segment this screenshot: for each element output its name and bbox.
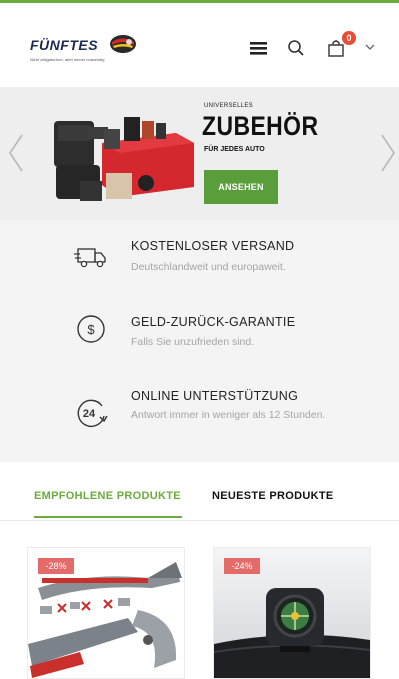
product-tabs: EMPFOHLENE PRODUKTE NEUESTE PRODUKTE xyxy=(0,462,399,521)
features-section: KOSTENLOSER VERSAND Deutschlandweit und … xyxy=(0,220,399,462)
feature-title: KOSTENLOSER VERSAND xyxy=(131,239,295,253)
discount-badge: -24% xyxy=(224,558,260,574)
search-icon[interactable] xyxy=(285,37,307,59)
cart-count-badge: 0 xyxy=(342,31,356,45)
svg-text:$: $ xyxy=(87,322,95,337)
product-grid: -28% -24% xyxy=(0,521,399,679)
slide-kicker: UNIVERSELLES xyxy=(204,103,253,109)
dollar-circle-icon: $ xyxy=(77,315,105,343)
site-logo[interactable]: FÜNFTES Nicht obligatorisch, aber immer … xyxy=(30,33,142,67)
brand-name: FÜNFTES xyxy=(30,37,99,53)
svg-text:24: 24 xyxy=(83,408,96,420)
feature-text: Deutschlandweit und europaweit. xyxy=(131,261,286,273)
chevron-down-icon[interactable] xyxy=(364,41,376,53)
product-card[interactable]: -24% xyxy=(213,547,371,679)
slider-prev-icon[interactable] xyxy=(6,131,26,175)
hero-slider: UNIVERSELLES ZUBEHÖR FÜR JEDES AUTO ANSE… xyxy=(0,87,399,220)
product-card[interactable]: -28% xyxy=(27,547,185,679)
feature-title: ONLINE UNTERSTÜTZUNG xyxy=(131,389,299,403)
brand-tagline: Nicht obligatorisch, aber immer notwendi… xyxy=(30,57,105,62)
slide-title: ZUBEHÖR xyxy=(202,111,319,141)
tab-featured-products[interactable]: EMPFOHLENE PRODUKTE xyxy=(34,490,181,502)
slide-cta-button[interactable]: ANSEHEN xyxy=(204,170,278,204)
site-header: FÜNFTES Nicht obligatorisch, aber immer … xyxy=(0,3,399,87)
car-accessories-image xyxy=(54,117,194,201)
feature-text: Falls Sie unzufrieden sind. xyxy=(131,336,255,348)
feature-text: Antwort immer in weniger als 12 Stunden. xyxy=(131,409,326,421)
tab-newest-products[interactable]: NEUESTE PRODUKTE xyxy=(212,490,334,502)
slide-subtitle: FÜR JEDES AUTO xyxy=(204,146,265,153)
slider-next-icon[interactable] xyxy=(378,131,398,175)
24h-support-icon: 24 xyxy=(77,399,108,428)
feature-title: GELD-ZURÜCK-GARANTIE xyxy=(131,315,296,329)
discount-badge: -28% xyxy=(38,558,74,574)
truck-icon xyxy=(74,248,106,268)
flag-mark-icon xyxy=(110,35,136,53)
active-tab-underline xyxy=(34,516,182,518)
hamburger-menu-icon[interactable] xyxy=(248,37,270,59)
